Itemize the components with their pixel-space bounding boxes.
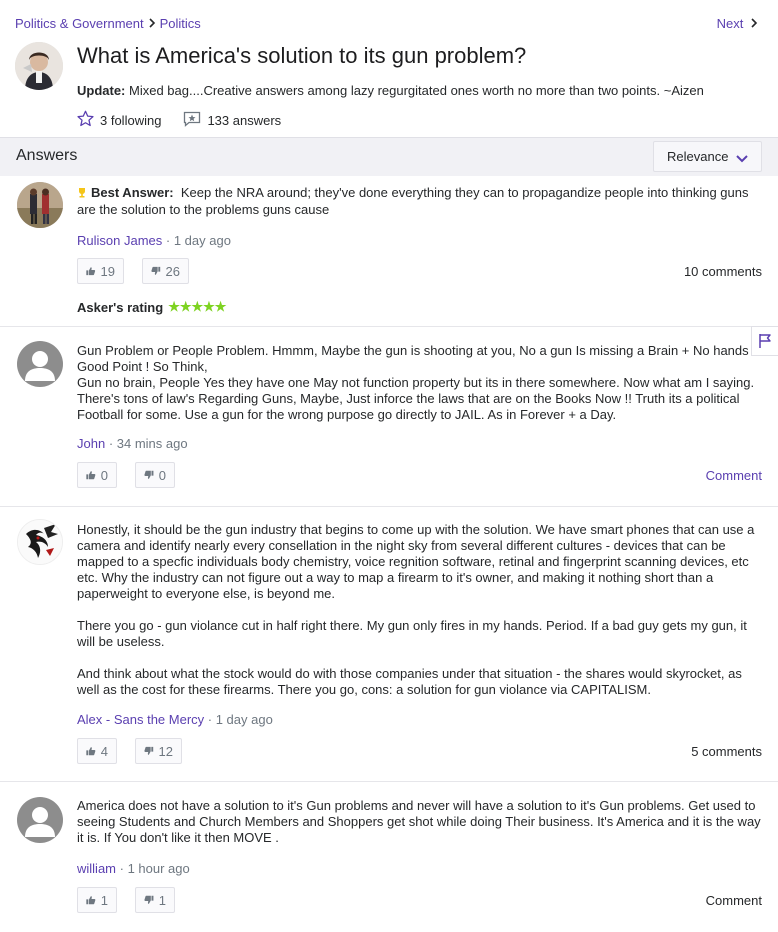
flag-icon [759,334,771,348]
answer-meta: Alex - Sans the Mercy · 1 day ago [77,712,273,727]
downvote-count: 1 [158,892,166,908]
answer-line: Gun no brain, People Yes they have one M… [77,375,755,422]
answer-meta: Rulison James · 1 day ago [77,233,231,248]
breadcrumb-category[interactable]: Politics & Government [15,16,144,31]
asker-avatar[interactable] [15,42,63,90]
comment-link[interactable]: Comment [706,893,762,908]
asker-rating: Asker's rating ★★★★★ [77,299,226,315]
avatar[interactable] [17,519,63,565]
upvote-button[interactable]: 4 [77,738,117,764]
upvote-count: 4 [100,743,108,759]
downvote-button[interactable]: 0 [135,462,175,488]
thumbs-down-icon [144,470,154,479]
upvote-count: 0 [100,467,108,483]
upvote-count: 19 [100,263,115,279]
thumbs-up-icon [86,267,96,276]
trophy-icon [77,186,87,202]
answers-header: Answers Relevance [0,138,778,176]
avatar[interactable] [17,182,63,228]
answer-paragraph: There you go - gun violance cut in half … [77,618,747,649]
thumbs-up-icon [86,471,96,480]
downvote-count: 0 [158,467,166,483]
answer-text: Honestly, it should be the gun industry … [77,522,762,698]
upvote-button[interactable]: 0 [77,462,117,488]
thumbs-up-icon [86,896,96,905]
downvote-button[interactable]: 1 [135,887,175,913]
answer-body: Keep the NRA around; they've done everyt… [77,185,749,217]
thumbs-down-icon [144,895,154,904]
chevron-down-icon [736,151,748,166]
downvote-count: 12 [158,743,173,759]
answer-text: Best Answer: Keep the NRA around; they'v… [77,185,762,218]
question-stats: 3 following 133 answers [77,110,281,130]
thumbs-up-icon [86,747,96,756]
question-card: Politics & Government Politics Next What… [0,0,778,138]
answer-text: Gun Problem or People Problem. Hmmm, May… [77,343,762,423]
following-count[interactable]: 3 following [100,113,161,128]
upvote-count: 1 [100,892,108,908]
meta-separator: · [162,233,174,248]
next-label: Next [716,16,744,31]
answer-count-icon [183,111,201,130]
answer-item: America does not have a solution to it's… [0,782,778,932]
answer-paragraph: And think about what the stock would do … [77,666,742,697]
answer-text: America does not have a solution to it's… [77,798,761,845]
downvote-button[interactable]: 26 [142,258,189,284]
star-outline-icon[interactable] [77,110,94,130]
thumbs-down-icon [144,746,154,755]
meta-separator: · [204,712,216,727]
author-link[interactable]: Rulison James [77,233,162,248]
sort-dropdown[interactable]: Relevance [653,141,762,172]
answer-meta: John · 34 mins ago [77,436,188,451]
breadcrumb-subcategory[interactable]: Politics [160,16,201,31]
answer-item: Honestly, it should be the gun industry … [0,507,778,782]
chevron-right-icon [148,17,156,31]
chevron-right-icon [750,16,758,31]
comments-link[interactable]: 10 comments [684,264,762,279]
author-link[interactable]: Alex - Sans the Mercy [77,712,204,727]
answer-item: Gun Problem or People Problem. Hmmm, May… [0,327,778,507]
breadcrumb: Politics & Government Politics [15,16,201,31]
default-avatar-icon[interactable] [17,341,63,387]
rating-label: Asker's rating [77,299,164,315]
author-link[interactable]: william [77,861,116,876]
comments-link[interactable]: 5 comments [691,744,762,759]
answer-line: Gun Problem or People Problem. Hmmm, May… [77,343,749,374]
thumbs-down-icon [151,266,161,275]
flag-button[interactable] [751,326,778,356]
answer-meta: william · 1 hour ago [77,861,190,876]
answers-title: Answers [16,147,78,164]
answer-time: 1 hour ago [127,861,190,876]
rating-stars: ★★★★★ [168,299,227,314]
downvote-count: 26 [165,263,180,279]
best-answer: Best Answer: Keep the NRA around; they'v… [0,176,778,327]
answer-time: 1 day ago [215,712,273,727]
question-update: Update: Mixed bag....Creative answers am… [77,83,704,98]
sort-label: Relevance [667,149,729,164]
answers-count: 133 answers [207,112,282,128]
default-avatar-icon[interactable] [17,797,63,843]
comment-link[interactable]: Comment [706,468,762,483]
question-title: What is America's solution to its gun pr… [77,43,527,68]
downvote-button[interactable]: 12 [135,738,182,764]
answer-paragraph: Honestly, it should be the gun industry … [77,522,755,601]
answer-time: 34 mins ago [116,436,188,451]
answer-time: 1 day ago [173,233,231,248]
update-text: Mixed bag....Creative answers among lazy… [129,83,704,98]
meta-separator: · [105,436,117,451]
upvote-button[interactable]: 19 [77,258,124,284]
upvote-button[interactable]: 1 [77,887,117,913]
best-answer-label: Best Answer: [91,185,174,200]
next-question-link[interactable]: Next [717,16,758,31]
meta-separator: · [116,861,128,876]
author-link[interactable]: John [77,436,105,451]
update-label: Update: [77,83,126,98]
